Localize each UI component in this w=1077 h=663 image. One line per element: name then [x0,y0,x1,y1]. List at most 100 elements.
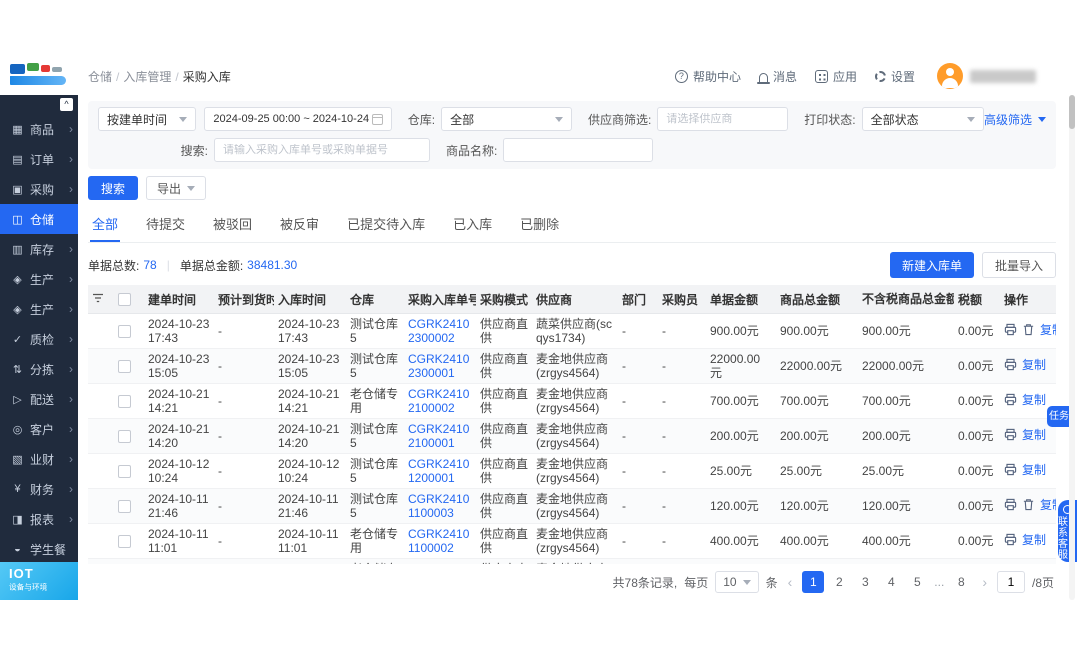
print-icon[interactable] [1004,498,1017,514]
topbar: 仓储/入库管理/采购入库 帮助中心消息应用设置 [0,57,1066,95]
order-search-input[interactable] [214,138,430,162]
column-settings-icon[interactable] [88,285,114,314]
task-float-button[interactable]: 任务 [1047,406,1071,427]
page-scrollbar[interactable] [1069,95,1075,600]
order-no-link[interactable]: CGRK24102100001 [408,422,469,450]
order-no-link[interactable]: CGRK24101200001 [408,457,469,485]
pagination-page-4[interactable]: 4 [880,571,902,593]
filter-buttons: 搜索 导出 [88,176,1056,200]
cell-supplier: 麦金地供应商(zrgys4564) [532,384,618,419]
chevron-right-icon: › [69,483,73,495]
sidebar-item-inventory[interactable]: ▥库存› [0,234,78,264]
print-icon[interactable] [1004,463,1017,479]
warehouse-select[interactable]: 全部 [441,107,572,131]
sidebar-item-reports[interactable]: ◨报表› [0,504,78,534]
delete-icon[interactable] [1022,323,1035,339]
time-type-select[interactable]: 按建单时间 [98,107,196,131]
select-all-checkbox[interactable] [114,285,144,314]
sidebar-item-production-1[interactable]: ◈生产› [0,264,78,294]
sidebar-item-qc[interactable]: ✓质检› [0,324,78,354]
sidebar-item-goods[interactable]: ▦商品› [0,114,78,144]
sidebar-item-finance[interactable]: ¥财务› [0,474,78,504]
supplier-label: 供应商筛选: [588,111,651,128]
print-icon[interactable] [1004,533,1017,549]
tab-3[interactable]: 被反审 [278,209,321,242]
copy-link[interactable]: 复制 [1022,358,1046,372]
tab-6[interactable]: 已删除 [518,209,561,242]
cell-expected: - [214,454,274,489]
production-icon: ◈ [10,303,25,316]
sidebar-item-delivery[interactable]: ▷配送› [0,384,78,414]
pagination-page-8[interactable]: 8 [950,571,972,593]
copy-link[interactable]: 复制 [1022,463,1046,477]
order-no-link[interactable]: CGRK24101100003 [408,492,469,520]
page-jump-input[interactable] [997,571,1025,593]
row-checkbox[interactable] [118,465,131,478]
cell-tax: 0.00元 [954,314,1000,349]
order-no-link[interactable]: CGRK24102300001 [408,352,469,380]
cell-amount: 400.00元 [706,524,776,559]
avatar[interactable] [937,63,963,89]
breadcrumb-item[interactable]: 入库管理 [123,70,171,84]
create-inbound-button[interactable]: 新建入库单 [890,252,974,278]
sidebar-item-purchase[interactable]: ▣采购› [0,174,78,204]
pagination-page-5[interactable]: 5 [906,571,928,593]
cell-department: - [618,349,658,384]
order-no-link[interactable]: CGRK24102100002 [408,387,469,415]
scrollbar-thumb[interactable] [1069,95,1075,129]
search-button[interactable]: 搜索 [88,176,138,200]
print-icon[interactable] [1004,323,1017,339]
pagination-page-3[interactable]: 3 [854,571,876,593]
row-checkbox[interactable] [118,395,131,408]
sidebar-item-bizfin[interactable]: ▧业财› [0,444,78,474]
tab-2[interactable]: 被驳回 [211,209,254,242]
row-checkbox[interactable] [118,430,131,443]
sidebar-item-orders[interactable]: ▤订单› [0,144,78,174]
user-area[interactable] [937,63,1036,89]
sidebar-item-customers[interactable]: ◎客户› [0,414,78,444]
date-range-input[interactable] [204,107,391,131]
sidebar-item-production-2[interactable]: ◈生产› [0,294,78,324]
tab-0[interactable]: 全部 [90,209,120,242]
export-button[interactable]: 导出 [146,176,206,200]
breadcrumb-item[interactable]: 仓储 [88,70,112,84]
row-checkbox[interactable] [118,325,131,338]
per-page-select[interactable]: 10 [715,571,758,593]
topbar-action-apps[interactable]: 应用 [815,68,857,85]
sidebar-item-sorting[interactable]: ⇅分拣› [0,354,78,384]
advanced-filter-link[interactable]: 高级筛选 [984,111,1046,128]
row-checkbox[interactable] [118,500,131,513]
next-page-button[interactable]: › [979,574,990,590]
topbar-action-messages[interactable]: 消息 [759,68,797,85]
print-icon[interactable] [1004,393,1017,409]
product-name-input[interactable] [503,138,653,162]
delete-icon[interactable] [1022,498,1035,514]
prev-page-button[interactable]: ‹ [785,574,796,590]
batch-import-button[interactable]: 批量导入 [982,252,1056,278]
print-icon[interactable] [1004,358,1017,374]
copy-link[interactable]: 复制 [1022,533,1046,547]
cell-goods-total: 120.00元 [776,489,858,524]
row-checkbox[interactable] [118,535,131,548]
copy-link[interactable]: 复制 [1022,393,1046,407]
copy-link[interactable]: 复制 [1040,323,1056,337]
supplier-filter-input[interactable] [657,107,788,131]
print-icon[interactable] [1004,428,1017,444]
copy-link[interactable]: 复制 [1040,498,1056,512]
sidebar-collapse-button[interactable]: ^ [60,98,73,111]
pagination-page-1[interactable]: 1 [802,571,824,593]
row-checkbox[interactable] [118,360,131,373]
sidebar-item-student-meal[interactable]: ◒学生餐 [0,534,78,564]
order-no-link[interactable]: CGRK24101100002 [408,527,469,555]
pagination-page-2[interactable]: 2 [828,571,850,593]
topbar-action-help[interactable]: 帮助中心 [675,68,741,85]
tab-1[interactable]: 待提交 [144,209,187,242]
print-status-select[interactable]: 全部状态 [862,107,984,131]
topbar-action-settings[interactable]: 设置 [875,68,915,85]
copy-link[interactable]: 复制 [1022,428,1046,442]
chevron-down-icon [967,117,975,122]
sidebar-item-warehouse[interactable]: ◫仓储 [0,204,78,234]
tab-4[interactable]: 已提交待入库 [345,209,427,242]
order-no-link[interactable]: CGRK24102300002 [408,317,469,345]
tab-5[interactable]: 已入库 [451,209,494,242]
